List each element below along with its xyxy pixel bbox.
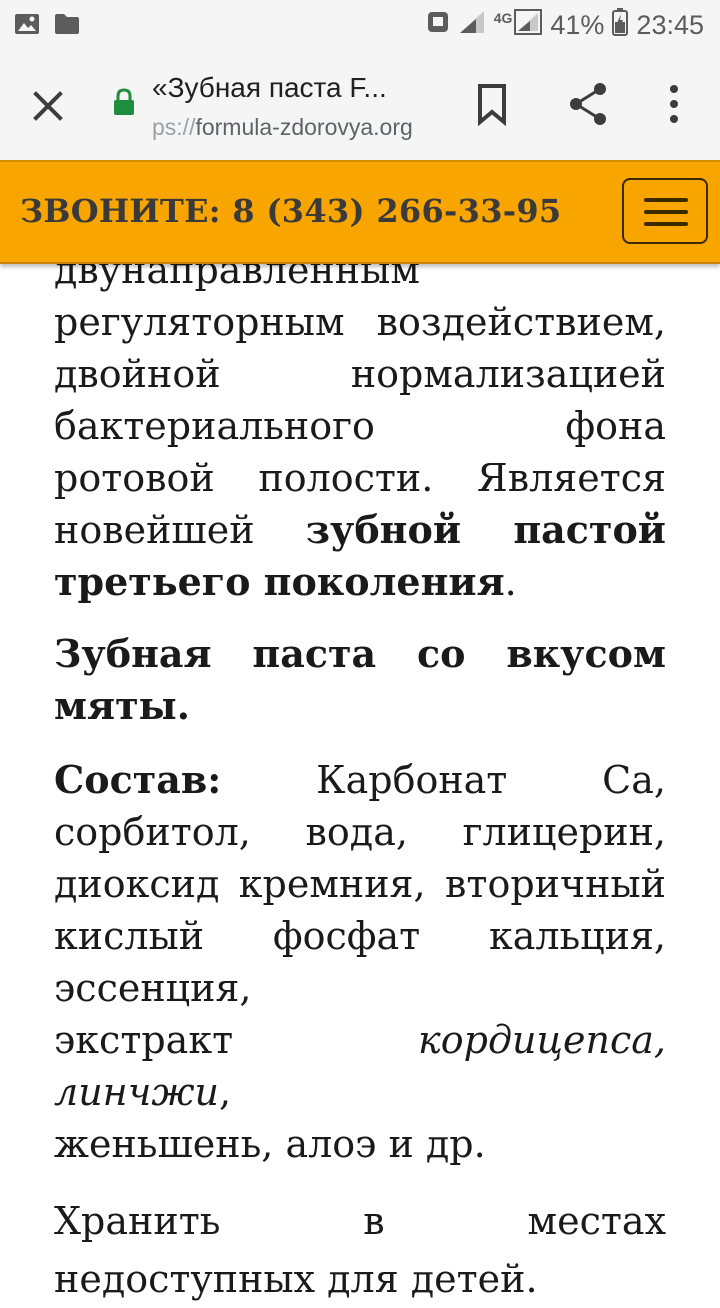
network-type: 4G [493,9,513,26]
page-title[interactable]: «Зубная паста F... [152,72,387,104]
hamburger-menu-button[interactable] [622,178,708,244]
share-icon [570,83,606,125]
url-bar[interactable]: ps://formula-zdorovya.org [152,114,413,141]
more-menu-button[interactable] [660,82,688,130]
bold-phrase: зубной пастой [305,507,666,552]
hamburger-line [644,222,688,226]
paragraph-description: двунаправленным регуляторным воздействие… [54,244,666,608]
close-button[interactable] [26,84,70,128]
text-line: сорбитол, вода, глицерин, [54,810,666,854]
text-line: двойной нормализацией [54,352,666,396]
text-line: диоксид кремния, вторичный [54,862,666,906]
text-line: бактериального фона [54,404,666,448]
text-line: Хранить в местах [54,1199,666,1243]
text-line: кислый фосфат кальция, [54,914,666,958]
text-fragment: Карбонат Са, [221,758,666,802]
article-content: двунаправленным регуляторным воздействие… [54,244,666,1308]
paragraph-storage: Хранить в местах недоступных для детей. [54,1192,666,1308]
text-fragment: . [504,560,517,604]
bold-phrase: третьего поколения [54,559,505,604]
ingredients-label: Состав: [54,757,222,802]
hamburger-icon [644,198,688,202]
text-line: эссенция, [54,966,252,1010]
signal-4g-icon [514,9,543,42]
text-line: ротовой полости. Является [54,456,666,500]
clock: 23:45 [636,10,704,40]
text-line: мяты. [54,683,190,728]
battery-icon [612,8,629,43]
gallery-icon [14,12,40,41]
close-icon [33,91,63,121]
phone-call-link[interactable]: ЗВОНИТЕ: 8 (343) 266-33-95 [20,192,561,230]
text-line: Состав: Карбонат Са, [54,754,666,806]
text-line: регуляторным воздействием, [54,300,666,344]
phone-banner: ЗВОНИТЕ: 8 (343) 266-33-95 [0,160,720,264]
text-line: недоступных для детей. [54,1257,538,1301]
status-bar: 4G 41% 23:45 [0,0,720,52]
text-line: женьшень, алоэ и др. [54,1122,486,1166]
text-fragment: новейшей [54,508,306,552]
more-vert-icon [670,85,678,123]
url-host: formula-zdorovya.org [195,114,413,140]
lock-icon [112,88,136,120]
url-scheme: ps:// [152,114,196,140]
signal-icon [458,9,486,42]
bookmark-button[interactable] [474,82,510,130]
hamburger-line [644,210,688,214]
browser-toolbar: «Зубная паста F... ps://formula-zdorovya… [0,52,720,160]
bookmark-icon [478,84,506,127]
text-line: экстракт кордицепса, линчжи, [54,1014,666,1118]
folder-icon [54,13,80,40]
screenshot-icon [426,10,450,41]
battery-percent: 41% [550,10,605,40]
text-fragment: , [219,1070,232,1114]
text-fragment: экстракт [54,1018,419,1062]
share-button[interactable] [566,80,610,132]
paragraph-ingredients: Состав: Карбонат Са, сорбитол, вода, гли… [54,754,666,1170]
text-line: новейшей зубной пастой [54,504,666,556]
text-line: Зубная паста со вкусом [54,631,666,676]
text-line: третьего поколения. [54,556,666,608]
paragraph-flavor: Зубная паста со вкусом мяты. [54,628,666,732]
